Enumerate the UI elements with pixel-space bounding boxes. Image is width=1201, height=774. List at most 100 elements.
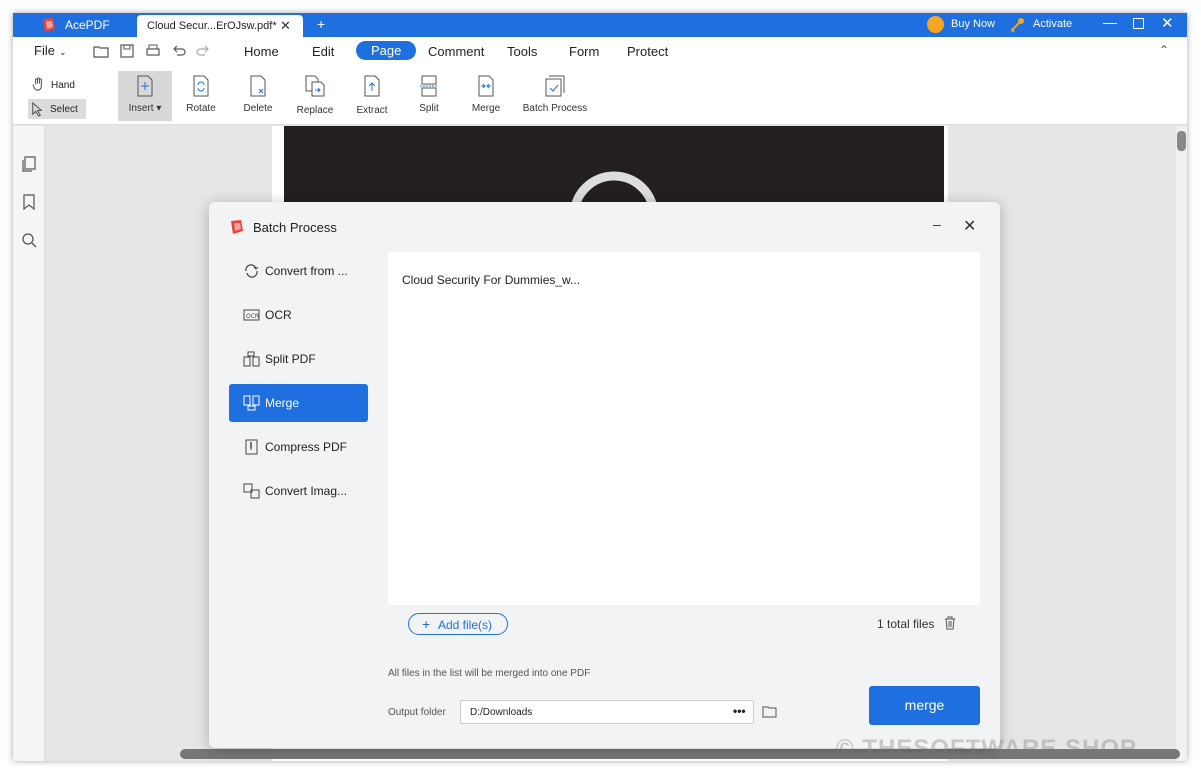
batch-process-button[interactable]: Batch Process xyxy=(515,71,595,121)
tab-close-icon[interactable]: ✕ xyxy=(280,18,291,34)
crown-icon[interactable] xyxy=(927,16,944,33)
split-button[interactable]: Split xyxy=(402,71,456,121)
output-folder-field[interactable]: D:/Downloads ••• xyxy=(460,700,754,724)
folder-icon[interactable] xyxy=(762,705,777,718)
tab-title: Cloud Secur...ErOJsw.pdf* xyxy=(147,20,277,32)
menu-form[interactable]: Form xyxy=(569,44,599,59)
side-item-compress-pdf[interactable]: Compress PDF xyxy=(229,428,368,466)
insert-label: Insert ▾ xyxy=(128,103,162,114)
undo-icon[interactable] xyxy=(171,43,187,59)
insert-page-icon xyxy=(137,75,153,97)
output-folder-value: D:/Downloads xyxy=(470,707,533,718)
menu-home[interactable]: Home xyxy=(244,44,279,59)
file-list[interactable]: Cloud Security For Dummies_w... xyxy=(388,252,980,605)
side-item-label: Merge xyxy=(265,396,300,410)
replace-button[interactable]: Replace xyxy=(288,71,342,121)
merge-label: Merge xyxy=(471,103,501,114)
buy-now-link[interactable]: Buy Now xyxy=(951,18,995,30)
extract-label: Extract xyxy=(356,105,388,116)
extract-page-icon xyxy=(364,75,380,97)
convert-image-icon xyxy=(243,483,260,499)
ribbon-toolbar: Hand Select Insert ▾ Rotate Delete Repla… xyxy=(13,65,1187,125)
side-item-merge[interactable]: Merge xyxy=(229,384,368,422)
side-item-split-pdf[interactable]: Split PDF xyxy=(229,340,368,378)
title-bar: AcePDF Cloud Secur...ErOJsw.pdf* ✕ + Buy… xyxy=(13,13,1187,37)
rotate-button[interactable]: Rotate xyxy=(174,71,228,121)
cursor-icon xyxy=(32,102,43,117)
split-icon xyxy=(420,75,438,97)
add-files-button[interactable]: + Add file(s) xyxy=(408,613,508,635)
left-panel-rail xyxy=(13,126,45,761)
rotate-icon xyxy=(193,75,209,97)
vertical-scrollbar[interactable] xyxy=(1176,126,1187,761)
extract-button[interactable]: Extract xyxy=(345,71,399,121)
save-icon[interactable] xyxy=(119,43,135,59)
convert-icon xyxy=(245,264,259,278)
key-icon[interactable] xyxy=(1009,17,1025,33)
dialog-minimize-icon[interactable]: – xyxy=(933,216,941,232)
list-item[interactable]: Cloud Security For Dummies_w... xyxy=(402,273,580,287)
new-tab-icon[interactable]: + xyxy=(317,16,325,32)
acepdf-logo-icon xyxy=(43,18,55,32)
menu-comment[interactable]: Comment xyxy=(428,44,484,59)
select-tool-button[interactable]: Select xyxy=(28,99,86,119)
file-menu-label: File xyxy=(34,43,55,58)
compress-icon xyxy=(245,439,258,455)
dialog-close-icon[interactable]: ✕ xyxy=(963,216,976,236)
replace-page-icon xyxy=(305,75,325,97)
svg-text:OCR: OCR xyxy=(246,313,259,320)
dialog-title: Batch Process xyxy=(253,220,337,235)
merge-icon xyxy=(478,75,494,97)
total-files-count: 1 total files xyxy=(877,617,935,631)
merge-pdf-icon xyxy=(243,395,260,411)
document-tab[interactable]: Cloud Secur...ErOJsw.pdf* ✕ xyxy=(137,15,303,37)
hand-icon xyxy=(32,77,42,91)
side-item-label: Split PDF xyxy=(265,352,316,366)
split-label: Split xyxy=(419,103,439,114)
side-item-convert-image[interactable]: Convert Imag... xyxy=(229,472,368,510)
print-icon[interactable] xyxy=(145,43,161,59)
delete-page-icon xyxy=(250,75,266,97)
minimize-icon[interactable]: — xyxy=(1103,14,1117,30)
app-name: AcePDF xyxy=(65,18,110,32)
delete-button[interactable]: Delete xyxy=(231,71,285,121)
menu-bar: File ⌄ Home Edit Page Comment Tools Form … xyxy=(13,37,1187,65)
pages-thumbnail-icon[interactable] xyxy=(21,156,37,172)
activate-link[interactable]: Activate xyxy=(1033,18,1072,30)
scrollbar-thumb[interactable] xyxy=(1177,131,1186,151)
delete-label: Delete xyxy=(243,103,273,114)
menu-page[interactable]: Page xyxy=(356,41,417,60)
more-options-icon[interactable]: ••• xyxy=(733,704,746,718)
menu-edit[interactable]: Edit xyxy=(312,44,334,59)
select-label: Select xyxy=(50,104,78,115)
maximize-icon[interactable] xyxy=(1133,18,1144,29)
open-folder-icon[interactable] xyxy=(93,43,109,59)
acepdf-logo-icon xyxy=(231,220,243,234)
side-item-convert-from[interactable]: Convert from ... xyxy=(229,252,368,290)
search-icon[interactable] xyxy=(21,232,37,248)
chevron-up-icon[interactable]: ⌃ xyxy=(1159,43,1169,57)
watermark: © THESOFTWARE.SHOP xyxy=(836,735,1138,762)
batch-process-dialog: Batch Process – ✕ Convert from ... OCR O… xyxy=(209,202,1000,748)
merge-button[interactable]: merge xyxy=(869,686,980,725)
redo-icon[interactable] xyxy=(195,43,211,59)
add-files-label: Add file(s) xyxy=(438,618,493,632)
plus-icon: + xyxy=(422,616,431,632)
side-item-label: Convert from ... xyxy=(265,264,348,278)
hand-tool-button[interactable]: Hand xyxy=(29,76,87,94)
side-item-ocr[interactable]: OCR OCR xyxy=(229,296,368,334)
split-pdf-icon xyxy=(243,351,260,367)
file-list-footer: + Add file(s) 1 total files xyxy=(388,605,980,643)
trash-icon[interactable] xyxy=(944,616,956,630)
merge-ribbon-button[interactable]: Merge xyxy=(459,71,513,121)
insert-button[interactable]: Insert ▾ xyxy=(118,71,172,121)
bookmark-icon[interactable] xyxy=(21,194,37,210)
file-menu[interactable]: File ⌄ xyxy=(34,43,67,58)
menu-tools[interactable]: Tools xyxy=(507,44,537,59)
batch-process-icon xyxy=(545,75,565,97)
batch-process-label: Batch Process xyxy=(522,103,588,114)
output-folder-label: Output folder xyxy=(388,707,446,718)
close-window-icon[interactable]: ✕ xyxy=(1161,14,1174,32)
hand-label: Hand xyxy=(51,80,75,91)
menu-protect[interactable]: Protect xyxy=(627,44,668,59)
